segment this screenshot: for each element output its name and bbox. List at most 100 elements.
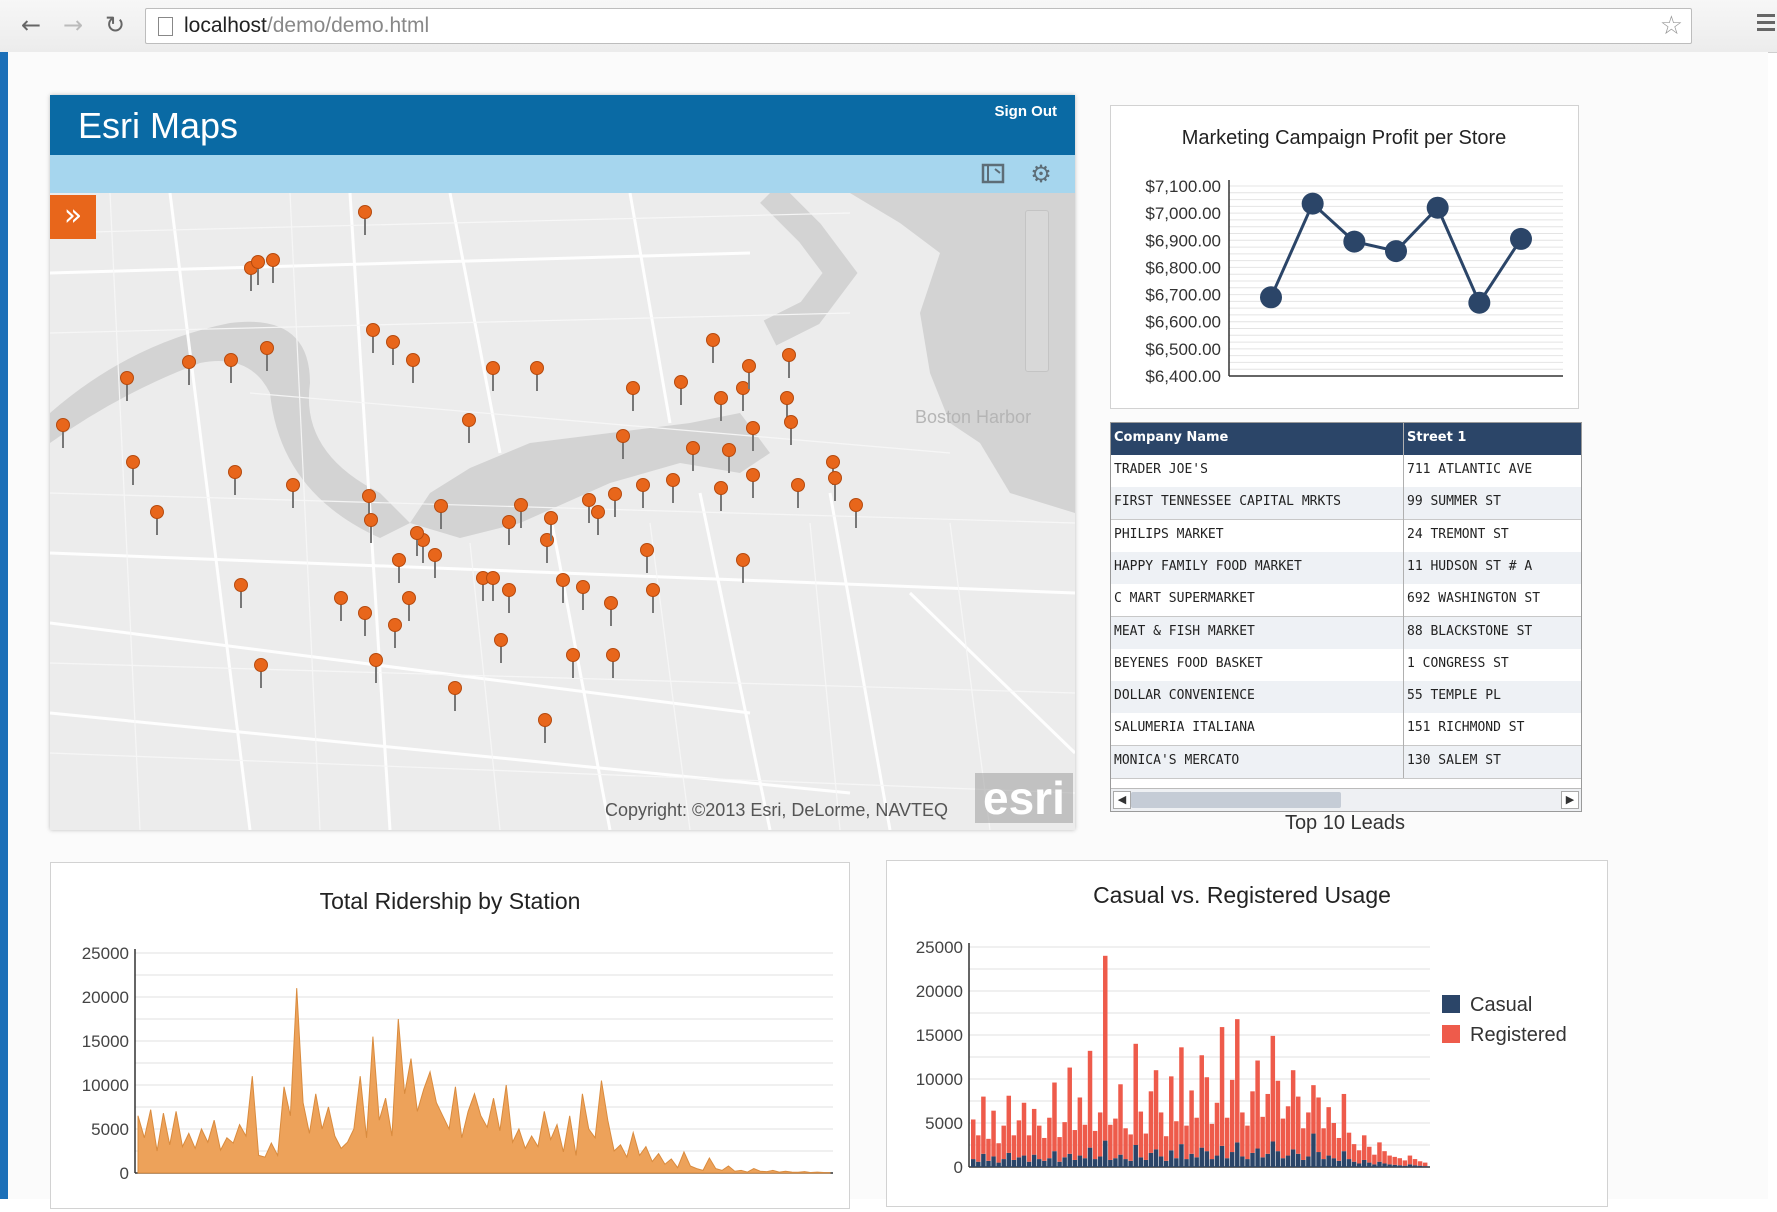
map-pin-head [782,348,796,362]
map-pin-head [402,591,416,605]
y-tick-label: $6,700.00 [1145,286,1221,305]
bar-registered [1092,1130,1098,1160]
sign-out-link[interactable]: Sign Out [995,103,1058,120]
map-pin-head [182,355,196,369]
map-pin-head [530,361,544,375]
bar-casual [1341,1151,1347,1167]
bar-registered [1031,1108,1037,1155]
map-pin-head [780,391,794,405]
bar-casual [1321,1159,1326,1167]
map-pin-head [486,571,500,585]
table-row[interactable]: DOLLAR CONVENIENCE 55 TEMPLE PL [1111,681,1581,715]
y-tick-label: 0 [954,1158,963,1177]
bar-casual [1224,1158,1230,1167]
ridership-area-chart: Total Ridership by Station 25000 20000 1500… [82,888,833,1183]
window-edge [0,52,8,1199]
table-row[interactable]: TRADER JOE'S 711 ATLANTIC AVE [1111,455,1581,488]
bar-casual [1245,1159,1250,1167]
bar-registered [1367,1146,1372,1163]
table-row[interactable]: BEYENES FOOD BASKET 1 CONGRESS ST [1111,648,1581,682]
cell-street: 711 ATLANTIC AVE [1407,462,1533,477]
y-tick-label: $6,500.00 [1145,340,1221,359]
bar-registered [1382,1151,1387,1164]
y-tick-label: $6,900.00 [1145,231,1221,250]
reload-icon[interactable]: ↻ [100,10,130,40]
bar-casual [1103,1140,1108,1167]
map-canvas[interactable]: Boston Harbor [50,183,1075,830]
bar-casual [1072,1159,1078,1167]
map-pin-head [56,418,70,432]
bar-casual [1153,1149,1159,1167]
map-pin-head [334,591,348,605]
y-tick-label: 20000 [82,988,129,1007]
y-tick-label: 10000 [82,1076,129,1095]
table-row[interactable]: MONICA'S MERCATO 130 SALEM ST [1111,745,1581,779]
bar-casual [1240,1156,1245,1167]
basemap-icon[interactable] [980,161,1006,187]
bar-casual [1133,1145,1138,1167]
zoom-slider[interactable] [1025,210,1049,372]
map-pin-head [358,205,372,219]
map-pin-head [266,253,280,267]
expand-panel-button[interactable]: » [50,195,96,239]
cell-company: HAPPY FAMILY FOOD MARKET [1114,558,1302,574]
horizontal-scrollbar[interactable]: ◀ ▶ [1111,788,1581,811]
bar-registered [1377,1142,1382,1162]
bar-casual [1214,1155,1220,1167]
table-row[interactable]: MEAT & FISH MARKET 88 BLACKSTONE ST [1111,616,1581,650]
column-header-street[interactable]: Street 1 [1407,430,1466,445]
bar-registered [1351,1144,1357,1162]
table-row[interactable]: HAPPY FAMILY FOOD MARKET 11 HUDSON ST # A [1111,551,1581,585]
cell-company: PHILIPS MARKET [1114,526,1224,542]
bar-registered [1189,1090,1194,1154]
settings-gear-icon[interactable]: ⚙ [1028,161,1054,187]
table-row[interactable]: PHILIPS MARKET 24 TREMONT ST [1111,519,1581,553]
data-point [1510,227,1532,250]
bar-registered [1270,1035,1276,1142]
bar-registered [1077,1097,1083,1156]
table-row[interactable]: C MART SUPERMARKET 692 WASHINGTON ST [1111,584,1581,618]
menu-icon[interactable] [1757,14,1775,35]
bar-casual [1326,1155,1331,1167]
bar-casual [1138,1157,1144,1167]
back-icon[interactable]: ← [16,10,46,40]
map-pin-head [556,573,570,587]
bar-registered [1153,1070,1159,1150]
column-header-company[interactable]: Company Name [1114,430,1228,445]
bar-registered [1361,1135,1367,1160]
bar-casual [1412,1165,1418,1167]
bar-casual [1016,1157,1022,1167]
bar-casual [1301,1159,1306,1167]
bar-registered [1209,1123,1215,1160]
scroll-thumb[interactable] [1131,792,1341,808]
bar-registered [1057,1137,1062,1162]
scroll-right-icon[interactable]: ▶ [1561,791,1579,809]
bar-registered [996,1143,1001,1163]
bar-casual [1077,1155,1083,1167]
bar-registered [1113,1118,1118,1159]
map-pin-head [388,618,402,632]
table-row[interactable]: SALUMERIA ITALIANA 151 RICHMOND ST [1111,713,1581,747]
map-pin-head [150,505,164,519]
address-bar[interactable]: localhost/demo/demo.html ☆ [145,8,1692,44]
bar-registered [1082,1124,1088,1159]
map-pin-head [742,359,756,373]
forward-icon[interactable]: → [58,10,88,40]
table-row[interactable]: FIRST TENNESSEE CAPITAL MRKTS 99 SUMMER S… [1111,487,1581,521]
bar-casual [1397,1165,1403,1167]
bar-casual [1255,1148,1260,1167]
ridership-area [137,988,831,1174]
map-toolbar: ⚙ [50,155,1075,193]
bar-casual [981,1153,986,1167]
map-pin-head [784,415,798,429]
map-pin-head [392,553,406,567]
esri-logo: esri [975,773,1073,823]
bar-registered [1103,955,1108,1141]
bar-casual [1031,1154,1037,1167]
scroll-left-icon[interactable]: ◀ [1113,791,1131,809]
map-pin-head [406,353,420,367]
star-icon[interactable]: ☆ [1660,11,1683,41]
bar-casual [1057,1161,1062,1167]
bar-registered [1052,1082,1057,1152]
bar-registered [1240,1112,1245,1157]
